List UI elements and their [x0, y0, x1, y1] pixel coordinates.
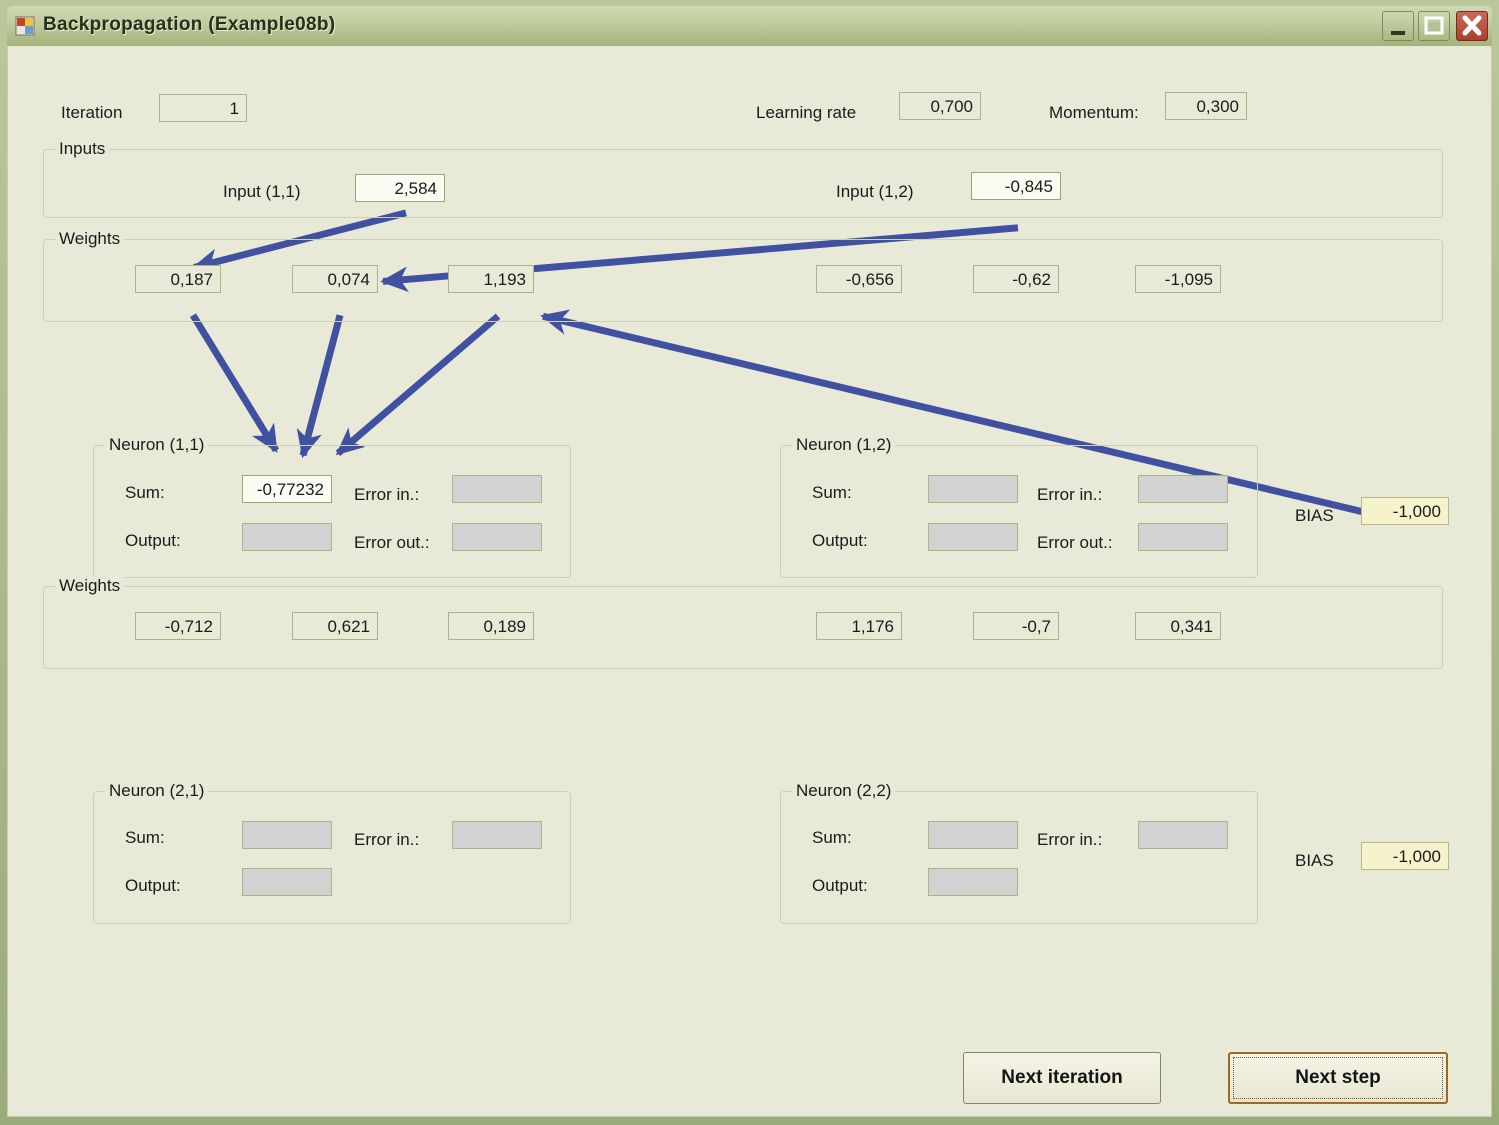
- minimize-button[interactable]: [1382, 11, 1414, 41]
- learning-rate-field[interactable]: 0,700: [899, 92, 981, 120]
- neuron-11-output-field[interactable]: [242, 523, 332, 551]
- input-12-label: Input (1,2): [836, 182, 914, 201]
- window-title: Backpropagation (Example08b): [43, 14, 336, 35]
- weight-l2-1-field[interactable]: -0,712: [135, 612, 221, 640]
- arrow-w1-to-neuron11: [190, 313, 279, 453]
- title-bar[interactable]: Backpropagation (Example08b): [7, 6, 1492, 46]
- momentum-field[interactable]: 0,300: [1165, 92, 1247, 120]
- weights-layer1-group: Weights: [43, 229, 1443, 322]
- neuron-12-output-label: Output:: [812, 531, 868, 550]
- neuron-11-group-title: Neuron (1,1): [105, 435, 209, 455]
- neuron-11-error-in-field[interactable]: [452, 475, 542, 503]
- neuron-22-error-in-label: Error in.:: [1037, 830, 1103, 849]
- neuron-12-error-in-label: Error in.:: [1037, 485, 1103, 504]
- arrow-w3-to-neuron11: [335, 313, 501, 456]
- bias-layer1-field[interactable]: -1,000: [1361, 497, 1449, 525]
- neuron-21-output-field[interactable]: [242, 868, 332, 896]
- neuron-22-error-in-field[interactable]: [1138, 821, 1228, 849]
- weight-l1-3-field[interactable]: 1,193: [448, 265, 534, 293]
- next-iteration-button-label: Next iteration: [1001, 1067, 1123, 1088]
- weight-l1-6-field[interactable]: -1,095: [1135, 265, 1221, 293]
- weights-layer2-group-title: Weights: [55, 576, 125, 596]
- neuron-11-error-out-label: Error out.:: [354, 533, 430, 552]
- neuron-11-error-in-label: Error in.:: [354, 485, 420, 504]
- neuron-11-sum-label: Sum:: [125, 483, 165, 502]
- weight-l1-5-field[interactable]: -0,62: [973, 265, 1059, 293]
- neuron-12-error-in-field[interactable]: [1138, 475, 1228, 503]
- neuron-21-output-label: Output:: [125, 876, 181, 895]
- next-iteration-button[interactable]: Next iteration: [963, 1052, 1161, 1104]
- weight-l1-1-field[interactable]: 0,187: [135, 265, 221, 293]
- neuron-21-error-in-label: Error in.:: [354, 830, 420, 849]
- weight-l1-4-field[interactable]: -0,656: [816, 265, 902, 293]
- input-11-field[interactable]: 2,584: [355, 174, 445, 202]
- neuron-22-sum-label: Sum:: [812, 828, 852, 847]
- application-window: Backpropagation (Example08b) Iteration 1…: [0, 0, 1499, 1125]
- focus-ring: [1233, 1057, 1443, 1099]
- weight-l2-5-field[interactable]: -0,7: [973, 612, 1059, 640]
- bias-layer2-label: BIAS: [1295, 851, 1334, 870]
- neuron-22-output-field[interactable]: [928, 868, 1018, 896]
- close-button[interactable]: [1456, 11, 1488, 41]
- client-area: Iteration 1 Learning rate 0,700 Momentum…: [7, 46, 1492, 1117]
- neuron-21-error-in-field[interactable]: [452, 821, 542, 849]
- neuron-22-group-title: Neuron (2,2): [792, 781, 896, 801]
- weight-l2-4-field[interactable]: 1,176: [816, 612, 902, 640]
- neuron-12-error-out-label: Error out.:: [1037, 533, 1113, 552]
- bias-layer1-label: BIAS: [1295, 506, 1334, 525]
- neuron-12-group-title: Neuron (1,2): [792, 435, 896, 455]
- weights-layer1-group-title: Weights: [55, 229, 125, 249]
- bias-layer2-field[interactable]: -1,000: [1361, 842, 1449, 870]
- iteration-field[interactable]: 1: [159, 94, 247, 122]
- neuron-11-error-out-field[interactable]: [452, 523, 542, 551]
- input-12-field[interactable]: -0,845: [971, 172, 1061, 200]
- neuron-22-sum-field[interactable]: [928, 821, 1018, 849]
- arrow-w2-to-neuron11: [296, 314, 344, 459]
- neuron-21-group: Neuron (2,1): [93, 781, 571, 924]
- input-11-label: Input (1,1): [223, 182, 301, 201]
- weight-l1-2-field[interactable]: 0,074: [292, 265, 378, 293]
- neuron-21-group-title: Neuron (2,1): [105, 781, 209, 801]
- weight-l2-3-field[interactable]: 0,189: [448, 612, 534, 640]
- maximize-button[interactable]: [1418, 11, 1450, 41]
- inputs-group-title: Inputs: [55, 139, 110, 159]
- weight-l2-6-field[interactable]: 0,341: [1135, 612, 1221, 640]
- neuron-12-sum-label: Sum:: [812, 483, 852, 502]
- neuron-11-sum-field[interactable]: -0,77232: [242, 475, 332, 503]
- weight-l2-2-field[interactable]: 0,621: [292, 612, 378, 640]
- neuron-21-sum-label: Sum:: [125, 828, 165, 847]
- learning-rate-label: Learning rate: [756, 103, 857, 122]
- next-step-button[interactable]: Next step: [1228, 1052, 1448, 1104]
- momentum-label: Momentum:: [1049, 103, 1139, 122]
- app-window-icon: [15, 16, 35, 36]
- neuron-11-output-label: Output:: [125, 531, 181, 550]
- neuron-12-group: Neuron (1,2): [780, 435, 1258, 578]
- iteration-label: Iteration: [61, 103, 123, 122]
- neuron-22-group: Neuron (2,2): [780, 781, 1258, 924]
- neuron-12-error-out-field[interactable]: [1138, 523, 1228, 551]
- neuron-11-group: Neuron (1,1): [93, 435, 571, 578]
- neuron-22-output-label: Output:: [812, 876, 868, 895]
- neuron-21-sum-field[interactable]: [242, 821, 332, 849]
- neuron-12-sum-field[interactable]: [928, 475, 1018, 503]
- weights-layer2-group: Weights: [43, 576, 1443, 669]
- neuron-12-output-field[interactable]: [928, 523, 1018, 551]
